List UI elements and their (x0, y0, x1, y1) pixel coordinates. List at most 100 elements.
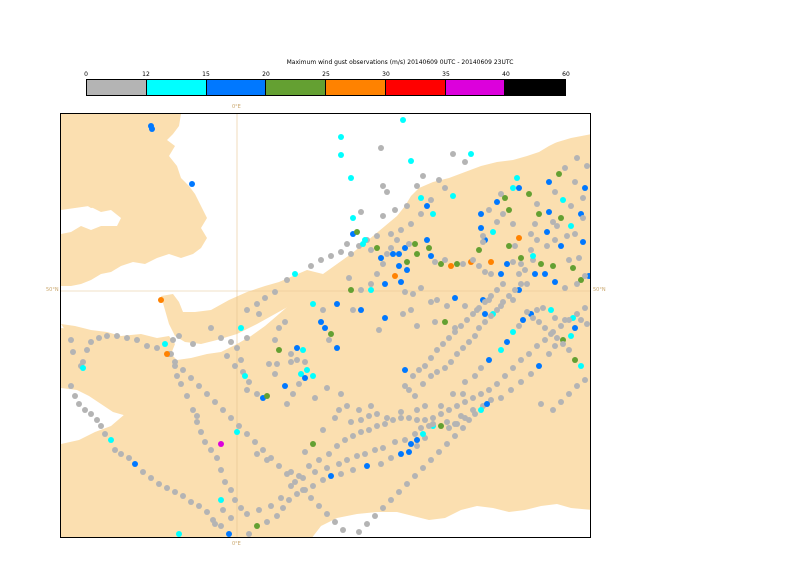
station-marker (414, 323, 420, 329)
station-marker (304, 367, 310, 373)
station-marker (180, 493, 186, 499)
station-marker (416, 367, 422, 373)
station-marker (118, 451, 124, 457)
station-marker (462, 303, 468, 309)
station-marker (442, 319, 448, 325)
station-marker (568, 203, 574, 209)
station-marker (254, 391, 260, 397)
station-marker (562, 285, 568, 291)
station-marker (454, 421, 460, 427)
station-marker (552, 315, 558, 321)
station-marker (68, 383, 74, 389)
station-marker (422, 417, 428, 423)
station-marker (480, 239, 486, 245)
colorbar-tick-label: 20 (262, 71, 270, 78)
station-marker (422, 363, 428, 369)
station-marker (534, 237, 540, 243)
station-marker (482, 269, 488, 275)
station-marker (542, 325, 548, 331)
station-marker (300, 347, 306, 353)
station-marker (342, 437, 348, 443)
station-marker (442, 365, 448, 371)
station-marker (518, 255, 524, 261)
station-marker (348, 251, 354, 257)
gridlabel-lon-bottom: 0°E (232, 541, 241, 547)
station-marker (438, 411, 444, 417)
station-marker (382, 281, 388, 287)
station-marker (358, 209, 364, 215)
station-marker (290, 391, 296, 397)
station-marker (404, 481, 410, 487)
station-marker (196, 383, 202, 389)
station-marker (518, 357, 524, 363)
station-marker (466, 339, 472, 345)
station-marker (538, 261, 544, 267)
station-marker (406, 241, 412, 247)
station-marker (348, 287, 354, 293)
station-marker (460, 261, 466, 267)
station-marker (400, 117, 406, 123)
station-marker (582, 273, 588, 279)
map-title: Maximum wind gust observations (m/s) 201… (286, 59, 514, 66)
station-marker (566, 257, 572, 263)
station-marker (238, 505, 244, 511)
station-marker (554, 223, 560, 229)
station-marker (494, 287, 500, 293)
colorbar-segment (146, 80, 207, 95)
station-marker (452, 433, 458, 439)
station-marker (436, 449, 442, 455)
station-marker (406, 449, 412, 455)
station-marker (312, 395, 318, 401)
colorbar-segment (385, 80, 446, 95)
station-marker (388, 497, 394, 503)
station-marker (398, 409, 404, 415)
station-marker (368, 403, 374, 409)
station-marker (498, 347, 504, 353)
station-marker (180, 367, 186, 373)
station-marker (538, 401, 544, 407)
station-marker (220, 407, 226, 413)
station-marker (374, 423, 380, 429)
station-marker (188, 499, 194, 505)
station-marker (84, 347, 90, 353)
station-marker (232, 363, 238, 369)
station-marker (524, 309, 530, 315)
station-marker (292, 271, 298, 277)
station-marker (88, 411, 94, 417)
colorbar-segment (87, 80, 147, 95)
colorbar-segment (445, 80, 506, 95)
station-marker (332, 519, 338, 525)
station-marker (212, 399, 218, 405)
station-marker (336, 407, 342, 413)
station-marker (224, 353, 230, 359)
station-marker (398, 415, 404, 421)
station-marker (458, 323, 464, 329)
station-marker (512, 287, 518, 293)
station-marker (374, 411, 380, 417)
station-marker (188, 375, 194, 381)
station-marker (178, 381, 184, 387)
station-marker (170, 337, 176, 343)
station-marker (256, 507, 262, 513)
station-marker (518, 281, 524, 287)
station-marker (404, 267, 410, 273)
station-marker (294, 345, 300, 351)
gridlabel-lat-left: 50°N (46, 287, 59, 293)
station-marker (320, 427, 326, 433)
station-marker (310, 441, 316, 447)
station-marker (294, 491, 300, 497)
station-marker (189, 181, 195, 187)
station-marker (438, 403, 444, 409)
station-marker (476, 305, 482, 311)
station-marker (516, 235, 522, 241)
station-marker (126, 455, 132, 461)
station-marker (428, 197, 434, 203)
station-marker (234, 345, 240, 351)
station-marker (524, 281, 530, 287)
station-marker (500, 211, 506, 217)
station-marker (80, 365, 86, 371)
station-marker (414, 443, 420, 449)
station-marker (362, 451, 368, 457)
station-marker (396, 251, 402, 257)
station-marker (404, 259, 410, 265)
